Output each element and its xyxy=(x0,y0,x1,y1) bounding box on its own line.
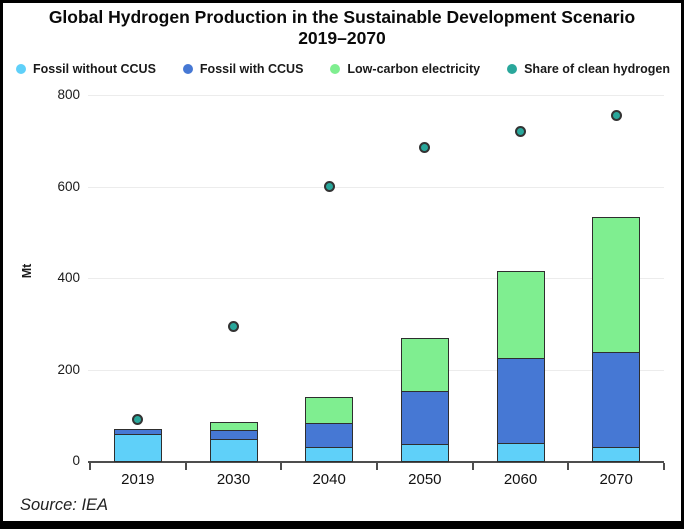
scatter-dot-2019 xyxy=(132,414,143,425)
x-axis-tick xyxy=(663,463,665,470)
x-axis-tick xyxy=(567,463,569,470)
source-note: Source: IEA xyxy=(20,496,108,515)
x-tick-label-2030: 2030 xyxy=(186,471,281,489)
x-tick-label-2040: 2040 xyxy=(282,471,377,489)
bar-segment-2030-low-carbon-electricity xyxy=(210,422,258,432)
bar-segment-2060-fossil-without-ccus xyxy=(497,443,545,462)
bar-segment-2070-fossil-without-ccus xyxy=(592,447,640,462)
bar-segment-2030-fossil-without-ccus xyxy=(210,439,258,462)
gridline-y-600 xyxy=(88,187,664,188)
scatter-dot-2030 xyxy=(228,321,239,332)
x-axis-tick xyxy=(472,463,474,470)
x-tick-label-2019: 2019 xyxy=(90,471,185,489)
chart-figure: Global Hydrogen Production in the Sustai… xyxy=(0,0,684,529)
x-tick-label-2070: 2070 xyxy=(569,471,664,489)
bar-segment-2040-fossil-without-ccus xyxy=(305,447,353,462)
x-axis-tick xyxy=(376,463,378,470)
bar-segment-2050-fossil-with-ccus xyxy=(401,391,449,444)
y-tick-label-600: 600 xyxy=(30,179,80,195)
x-axis-tick xyxy=(185,463,187,470)
scatter-dot-2050 xyxy=(419,142,430,153)
x-axis-tick xyxy=(89,463,91,470)
y-tick-label-0: 0 xyxy=(30,453,80,469)
scatter-dot-2060 xyxy=(515,126,526,137)
bar-segment-2060-low-carbon-electricity xyxy=(497,271,545,359)
bar-segment-2030-fossil-with-ccus xyxy=(210,430,258,440)
gridline-y-200 xyxy=(88,370,664,371)
y-tick-label-200: 200 xyxy=(30,362,80,378)
y-tick-label-400: 400 xyxy=(30,270,80,286)
scatter-dot-2070 xyxy=(611,110,622,121)
x-axis-tick xyxy=(280,463,282,470)
bar-segment-2050-low-carbon-electricity xyxy=(401,338,449,392)
bar-segment-2019-fossil-with-ccus xyxy=(114,429,162,435)
x-tick-label-2050: 2050 xyxy=(377,471,472,489)
bar-segment-2019-fossil-without-ccus xyxy=(114,434,162,462)
bar-segment-2070-low-carbon-electricity xyxy=(592,217,640,353)
bar-segment-2070-fossil-with-ccus xyxy=(592,352,640,448)
scatter-dot-2040 xyxy=(324,181,335,192)
gridline-y-800 xyxy=(88,95,664,96)
bar-segment-2060-fossil-with-ccus xyxy=(497,358,545,444)
bar-segment-2040-low-carbon-electricity xyxy=(305,397,353,424)
plot-area: Mt 0200400600800201920302040205020602070 xyxy=(0,0,684,529)
x-tick-label-2060: 2060 xyxy=(473,471,568,489)
gridline-y-400 xyxy=(88,278,664,279)
y-tick-label-800: 800 xyxy=(30,87,80,103)
bar-segment-2050-fossil-without-ccus xyxy=(401,444,449,462)
bar-segment-2040-fossil-with-ccus xyxy=(305,423,353,448)
